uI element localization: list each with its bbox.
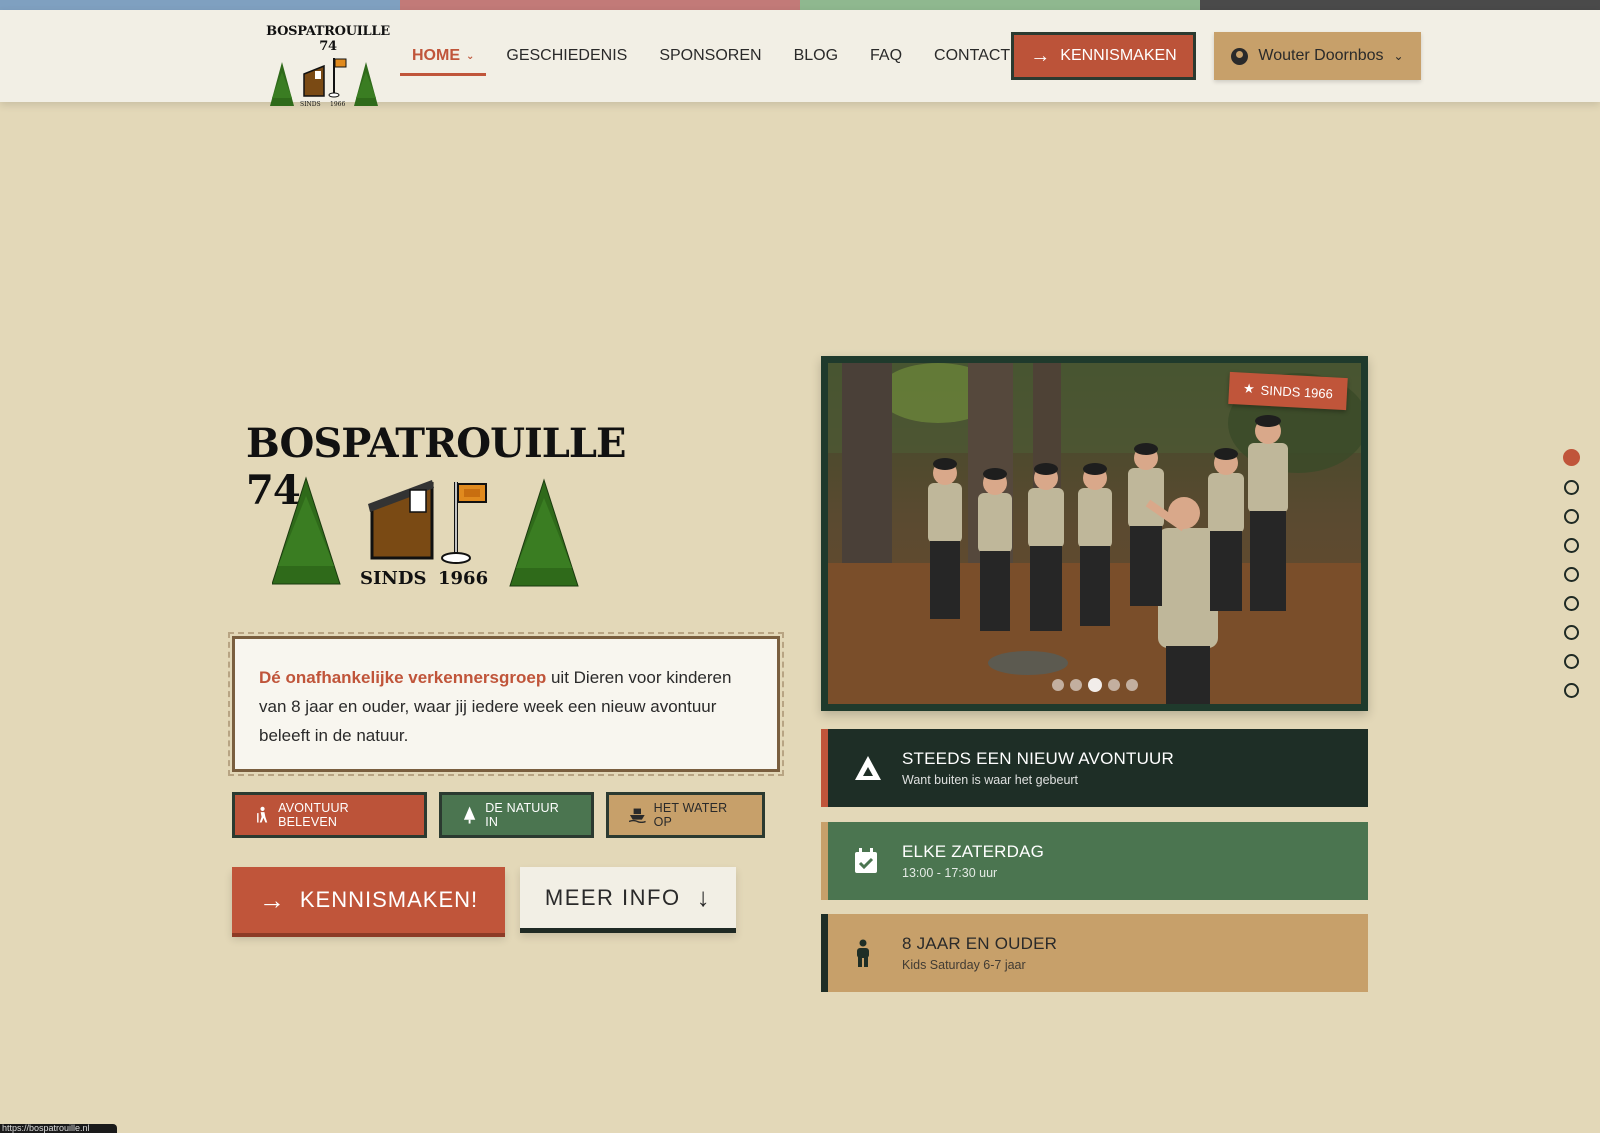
tag-de-natuur-in[interactable]: DE NATUUR IN [439,792,594,838]
section-dot[interactable] [1564,480,1579,495]
info-card-leeftijd: 8 JAAR EN OUDER Kids Saturday 6-7 jaar [821,914,1368,992]
section-dot[interactable] [1564,596,1579,611]
arrow-right-icon: → [258,884,286,915]
section-nav-dots [1563,449,1580,698]
section-dot[interactable] [1564,567,1579,582]
main-nav: HOME ⌄ GESCHIEDENIS SPONSOREN BLOG FAQ CO… [396,32,1026,80]
meer-info-button[interactable]: MEER INFO ↓ [520,867,736,933]
info-card-avontuur: STEEDS EEN NIEUW AVONTUUR Want buiten is… [821,729,1368,807]
site-logo[interactable]: BOSPATROUILLE 74 SINDS 1966 [260,24,396,108]
chevron-down-icon: ⌄ [466,50,475,62]
arrow-down-icon: ↓ [696,882,712,912]
hero-logo: BOSPATROUILLE 74 SINDS 1966 [246,420,626,600]
hero-sinds: SINDS [360,568,426,589]
section-dot[interactable] [1564,683,1579,698]
mountain-icon [855,756,881,780]
intro-text-box: Dé onafhankelijke verkennersgroep uit Di… [228,632,784,776]
chevron-down-icon: ⌄ [1393,49,1404,63]
nav-faq[interactable]: FAQ [870,32,902,80]
section-dot[interactable] [1564,509,1579,524]
user-menu-button[interactable]: Wouter Doornbos ⌄ [1214,32,1421,80]
hero-emblem-icon: SINDS 1966 [272,476,579,589]
info-card-subtitle: Want buiten is waar het gebeurt [902,773,1079,787]
tag-avontuur-beleven[interactable]: AVONTUUR BELEVEN [232,792,427,838]
sinds-badge: ★ SINDS 1966 [1228,371,1348,411]
hero-year: 1966 [438,568,488,589]
info-card-subtitle: Kids Saturday 6-7 jaar [902,958,1026,972]
kennismaken-header-button[interactable]: → KENNISMAKEN [1011,32,1196,80]
logo-sinds: SINDS [300,101,321,108]
carousel-dot[interactable] [1070,679,1082,691]
scouts-photo-image [828,363,1361,704]
star-icon: ★ [1242,380,1256,397]
carousel-dot[interactable] [1108,679,1120,691]
tree-icon [463,806,476,824]
carousel-dot-active[interactable] [1088,678,1102,692]
activity-tags: AVONTUUR BELEVEN DE NATUUR IN HET WATER … [232,792,765,838]
tag-het-water-op[interactable]: HET WATER OP [606,792,765,838]
section-dot[interactable] [1564,538,1579,553]
info-card-zaterdag: ELKE ZATERDAG 13:00 - 17:30 uur [821,822,1368,900]
section-dot[interactable] [1564,625,1579,640]
nav-contact[interactable]: CONTACT [934,32,1010,80]
site-header: BOSPATROUILLE 74 SINDS 1966 HOME ⌄ GESCHI… [0,10,1600,108]
carousel-dot[interactable] [1052,679,1064,691]
hero-cta-group: → KENNISMAKEN! MEER INFO ↓ [232,867,736,933]
hiker-icon [257,806,268,823]
user-icon [1231,47,1249,65]
carousel-photo: ★ SINDS 1966 [828,363,1361,704]
carousel-dots [1052,678,1138,692]
info-card-title: STEEDS EEN NIEUW AVONTUUR [902,749,1174,768]
boat-icon [629,808,646,823]
info-card-subtitle: 13:00 - 17:30 uur [902,866,998,880]
info-card-title: 8 JAAR EN OUDER [902,934,1058,953]
nav-geschiedenis[interactable]: GESCHIEDENIS [506,32,627,80]
intro-highlight: Dé onafhankelijke verkennersgroep [259,668,547,687]
child-icon [857,939,869,967]
nav-sponsoren[interactable]: SPONSOREN [659,32,761,80]
carousel-dot[interactable] [1126,679,1138,691]
logo-year: 1966 [330,101,345,108]
logo-emblem-icon: SINDS 1966 [270,58,378,108]
status-url-bar: https://bospatrouille.nl [0,1124,117,1133]
calendar-check-icon [855,848,877,873]
photo-carousel[interactable]: ★ SINDS 1966 [821,356,1368,711]
nav-blog[interactable]: BLOG [794,32,838,80]
section-dot-active[interactable] [1563,449,1580,466]
info-card-title: ELKE ZATERDAG [902,842,1045,861]
kennismaken-button[interactable]: → KENNISMAKEN! [232,867,505,933]
top-color-stripe [0,0,1600,10]
section-dot[interactable] [1564,654,1579,669]
arrow-right-icon: → [1030,44,1051,67]
nav-home[interactable]: HOME ⌄ [400,32,487,80]
